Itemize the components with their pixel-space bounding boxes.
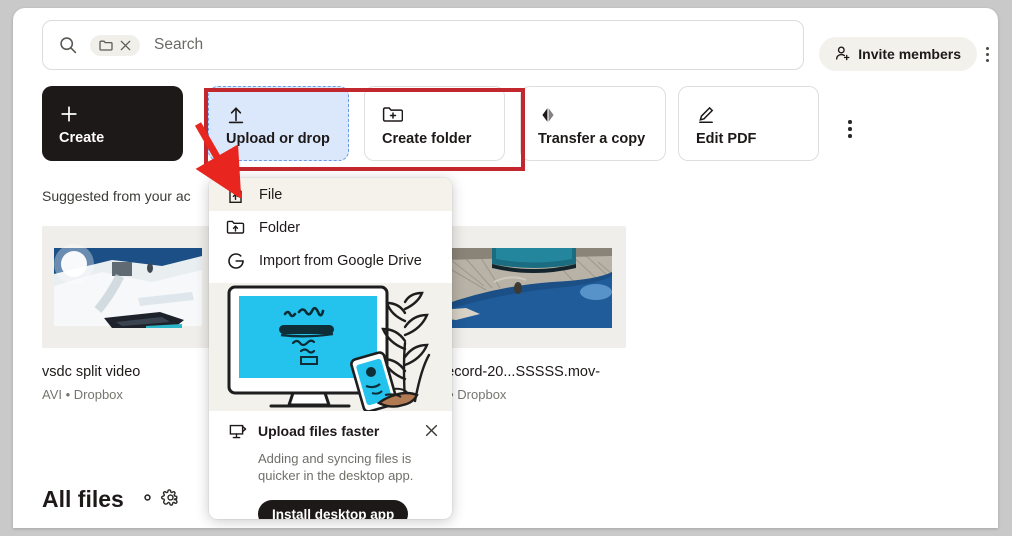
suggested-file-card[interactable]: vsdc split video AVI • Dropbox <box>42 226 214 402</box>
all-files-header: All files <box>42 486 180 513</box>
tiles-overflow-menu-button[interactable] <box>842 118 858 140</box>
desktop-sync-icon <box>229 423 248 445</box>
upload-or-drop-label: Upload or drop <box>226 131 330 147</box>
menu-item-label: Import from Google Drive <box>259 252 422 269</box>
file-meta: IP4 • Dropbox <box>426 387 507 402</box>
dot <box>985 46 989 50</box>
dropbox-files-page: Invite members Create <box>0 0 1012 536</box>
upload-arrow-icon <box>226 105 246 130</box>
google-icon <box>226 251 245 270</box>
close-icon[interactable] <box>425 424 438 442</box>
promo-description: Adding and syncing files is quicker in t… <box>258 451 414 483</box>
folder-plus-icon <box>382 105 404 129</box>
person-add-icon <box>835 45 851 64</box>
menu-item-folder[interactable]: Folder <box>209 211 452 244</box>
file-thumbnail <box>426 226 626 348</box>
invite-members-button[interactable]: Invite members <box>819 37 977 71</box>
gear-icon[interactable] <box>138 488 180 512</box>
desktop-app-illustration <box>209 283 452 411</box>
menu-item-file[interactable]: File <box>209 178 452 211</box>
file-meta: AVI • Dropbox <box>42 387 123 402</box>
invite-members-label: Invite members <box>858 46 961 62</box>
dot <box>985 52 989 56</box>
menu-item-google-drive[interactable]: Import from Google Drive <box>209 244 452 277</box>
folder-upload-icon <box>226 218 245 237</box>
header-overflow-menu-button[interactable] <box>980 44 994 64</box>
edit-pdf-button[interactable]: Edit PDF <box>678 86 819 161</box>
plus-icon <box>59 104 79 129</box>
chip-close-icon[interactable] <box>120 40 131 51</box>
create-folder-label: Create folder <box>382 131 472 147</box>
file-thumbnail <box>42 226 214 348</box>
menu-item-label: Folder <box>259 219 301 236</box>
suggested-section-label: Suggested from your ac <box>42 188 191 204</box>
dot <box>848 134 852 138</box>
install-desktop-app-button[interactable]: Install desktop app <box>258 500 409 519</box>
search-icon <box>59 36 77 54</box>
pencil-icon <box>696 105 716 130</box>
search-bar[interactable] <box>42 20 804 70</box>
search-filter-chip[interactable] <box>90 34 140 56</box>
file-name: lc-record-20...SSSSS.mov- <box>426 364 601 380</box>
create-button[interactable]: Create <box>42 86 183 161</box>
suggested-file-card[interactable]: lc-record-20...SSSSS.mov- IP4 • Dropbox <box>426 226 626 402</box>
dot <box>848 120 852 124</box>
transfer-a-copy-button[interactable]: Transfer a copy <box>520 86 666 161</box>
menu-item-label: File <box>259 186 283 203</box>
search-input[interactable] <box>154 33 803 57</box>
file-name: vsdc split video <box>42 364 141 380</box>
desktop-app-promo: Upload files faster Adding and syncing f… <box>209 411 452 519</box>
transfer-icon <box>538 105 558 130</box>
app-window-card: Invite members Create <box>13 8 998 528</box>
promo-title: Upload files faster <box>258 423 380 439</box>
page-title: All files <box>42 486 124 512</box>
folder-icon <box>99 39 113 52</box>
file-upload-icon <box>226 185 245 204</box>
create-label: Create <box>59 130 105 146</box>
upload-or-drop-button[interactable]: Upload or drop <box>208 86 349 161</box>
dot <box>985 58 989 62</box>
promo-header: Upload files faster <box>229 423 438 445</box>
edit-pdf-label: Edit PDF <box>696 131 757 147</box>
create-folder-button[interactable]: Create folder <box>364 86 505 161</box>
dot <box>848 127 852 131</box>
upload-dropdown-menu: File Folder Import from Google Drive Upl… <box>209 178 452 519</box>
transfer-a-copy-label: Transfer a copy <box>538 131 646 147</box>
